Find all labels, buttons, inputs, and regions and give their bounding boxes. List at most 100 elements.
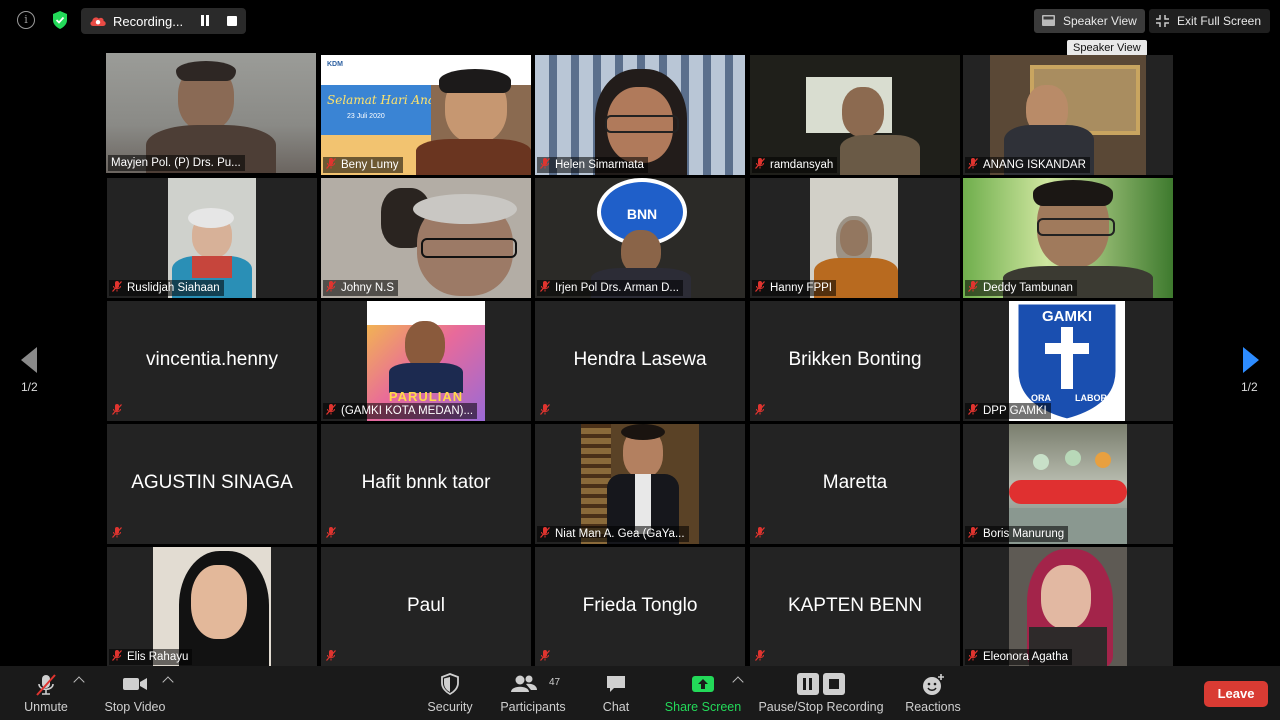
- muted-mic-icon: [755, 158, 765, 169]
- participant-name-placeholder: Hafit bnnk tator: [361, 472, 491, 493]
- participants-count: 47: [549, 677, 561, 688]
- participant-tile[interactable]: ANANG ISKANDAR: [963, 55, 1173, 175]
- previous-page-arrow-icon[interactable]: [21, 347, 37, 373]
- participant-tile[interactable]: PARULIAN (GAMKI KOTA MEDAN)...: [321, 301, 531, 421]
- exit-fullscreen-icon: [1156, 15, 1169, 27]
- participant-tile[interactable]: AGUSTIN SINAGA: [107, 424, 317, 544]
- participant-name: Helen Simarmata: [537, 157, 648, 173]
- participants-button[interactable]: 47 Participants: [496, 666, 570, 720]
- participant-mute-status: [323, 526, 345, 542]
- participant-name: Eleonora Agatha: [965, 649, 1073, 665]
- participant-tile[interactable]: Hafit bnnk tator: [321, 424, 531, 544]
- encryption-shield-icon[interactable]: [51, 10, 69, 30]
- muted-mic-icon: [326, 281, 336, 292]
- gamki-motto-right: LABORA: [1075, 393, 1114, 403]
- speaker-view-button[interactable]: Speaker View: [1034, 9, 1145, 33]
- kdm-logo: KDM: [327, 61, 343, 68]
- banner-text: Selamat Hari Anak: [327, 93, 443, 107]
- participant-name-placeholder: KAPTEN BENN: [787, 595, 923, 616]
- participant-mute-status: [752, 526, 774, 542]
- participant-tile[interactable]: Brikken Bonting: [750, 301, 960, 421]
- participants-label: Participants: [500, 700, 566, 714]
- stop-video-button[interactable]: Stop Video: [100, 666, 170, 720]
- muted-mic-icon: [326, 650, 336, 661]
- reactions-button[interactable]: Reactions: [902, 666, 964, 720]
- muted-mic-icon: [540, 404, 550, 415]
- unmute-label: Unmute: [24, 700, 68, 714]
- participant-tile[interactable]: vincentia.henny: [107, 301, 317, 421]
- meeting-top-bar: i Recording... Speaker View Exit Full Sc…: [0, 0, 1280, 56]
- muted-mic-icon: [326, 158, 336, 169]
- participant-mute-status: [752, 649, 774, 665]
- participant-mute-status: [109, 526, 131, 542]
- muted-mic-icon: [326, 404, 336, 415]
- participant-tile[interactable]: Helen Simarmata: [535, 55, 745, 175]
- participant-name-placeholder: AGUSTIN SINAGA: [131, 472, 293, 493]
- exit-fullscreen-button[interactable]: Exit Full Screen: [1149, 9, 1270, 33]
- stop-recording-icon[interactable]: [227, 16, 237, 26]
- participant-tile[interactable]: ramdansyah: [750, 55, 960, 175]
- participant-tile[interactable]: Deddy Tambunan: [963, 178, 1173, 298]
- security-shield-icon: [441, 673, 459, 695]
- participant-name-placeholder: Brikken Bonting: [788, 349, 922, 370]
- participant-name: Boris Manurung: [965, 526, 1069, 542]
- participant-name: Elis Rahayu: [109, 649, 193, 665]
- next-page-arrow-icon[interactable]: [1243, 347, 1259, 373]
- participant-tile[interactable]: Paul: [321, 547, 531, 667]
- participant-tile[interactable]: Johny N.S: [321, 178, 531, 298]
- participant-tile[interactable]: Eleonora Agatha: [963, 547, 1173, 667]
- participant-name-placeholder: vincentia.henny: [145, 349, 279, 370]
- participant-name: Niat Man A. Gea (GaYa...: [537, 526, 689, 542]
- speaker-view-label: Speaker View: [1063, 14, 1137, 28]
- exit-fullscreen-label: Exit Full Screen: [1177, 14, 1262, 28]
- muted-mic-icon: [540, 158, 550, 169]
- unmute-button[interactable]: Unmute: [16, 666, 76, 720]
- participant-tile[interactable]: Niat Man A. Gea (GaYa...: [535, 424, 745, 544]
- participant-mute-status: [537, 649, 559, 665]
- muted-mic-icon: [112, 404, 122, 415]
- participant-name: Ruslidjah Siahaan: [109, 280, 224, 296]
- grid-icon: [1042, 15, 1055, 26]
- chat-button[interactable]: Chat: [594, 666, 638, 720]
- muted-mic-icon: [968, 527, 978, 538]
- info-icon[interactable]: i: [17, 11, 35, 29]
- gamki-motto-left: ORA: [1031, 393, 1052, 403]
- participant-tile[interactable]: Maretta: [750, 424, 960, 544]
- security-label: Security: [427, 700, 473, 714]
- pause-stop-recording-button[interactable]: Pause/Stop Recording: [756, 666, 886, 720]
- participant-tile[interactable]: Boris Manurung: [963, 424, 1173, 544]
- recording-controls-icon: [797, 673, 845, 695]
- poster-text: PARULIAN: [388, 389, 464, 404]
- participant-name: (GAMKI KOTA MEDAN)...: [323, 403, 478, 419]
- participant-name-placeholder: Paul: [406, 595, 446, 616]
- participant-mute-status: [323, 649, 345, 665]
- pause-recording-icon[interactable]: [199, 15, 211, 27]
- participant-tile[interactable]: KDM Selamat Hari Anak 23 Juli 2020 Beny …: [321, 55, 531, 175]
- security-button[interactable]: Security: [420, 666, 480, 720]
- participant-name-placeholder: Maretta: [822, 472, 888, 493]
- participant-tile[interactable]: GAMKI ORA LABORA DPP GAMKI: [963, 301, 1173, 421]
- banner-date: 23 Juli 2020: [347, 113, 385, 120]
- share-screen-icon: [692, 676, 714, 692]
- participant-name: Mayjen Pol. (P) Drs. Pu...: [108, 155, 245, 171]
- muted-mic-icon: [540, 650, 550, 661]
- muted-mic-icon: [968, 158, 978, 169]
- participant-tile[interactable]: Mayjen Pol. (P) Drs. Pu...: [106, 53, 316, 173]
- participants-icon: [511, 675, 538, 692]
- muted-mic-icon: [112, 281, 122, 292]
- gamki-logo-text: GAMKI: [1042, 308, 1092, 325]
- participant-tile[interactable]: Elis Rahayu: [107, 547, 317, 667]
- tooltip: Speaker View: [1067, 40, 1147, 56]
- participant-tile[interactable]: Ruslidjah Siahaan: [107, 178, 317, 298]
- participant-tile[interactable]: KAPTEN BENN: [750, 547, 960, 667]
- muted-mic-icon: [968, 281, 978, 292]
- share-screen-button[interactable]: Share Screen: [662, 666, 744, 720]
- participant-tile[interactable]: Hendra Lasewa: [535, 301, 745, 421]
- participant-tile[interactable]: BNN Irjen Pol Drs. Arman D...: [535, 178, 745, 298]
- leave-meeting-button[interactable]: Leave: [1204, 681, 1268, 707]
- participant-tile[interactable]: Frieda Tonglo: [535, 547, 745, 667]
- participant-name-placeholder: Frieda Tonglo: [582, 595, 698, 616]
- participant-tile[interactable]: Hanny FPPI: [750, 178, 960, 298]
- participant-mute-status: [537, 403, 559, 419]
- page-indicator-right: 1/2: [1241, 380, 1258, 394]
